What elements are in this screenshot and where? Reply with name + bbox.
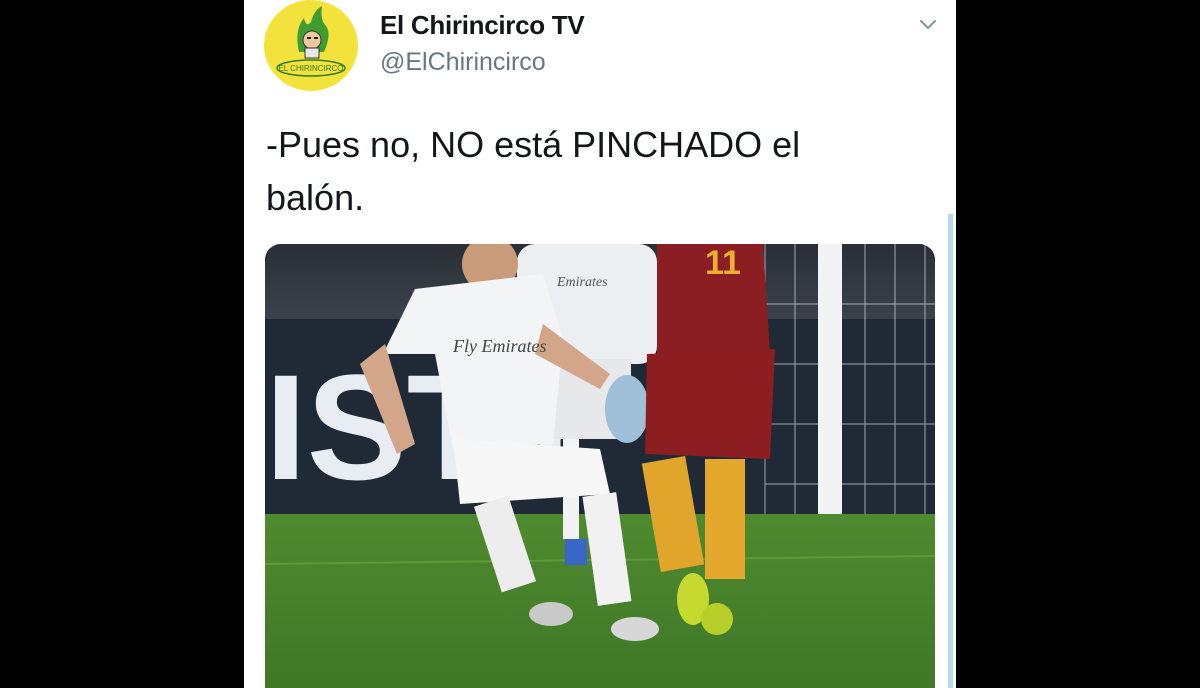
tweet-text-line-2: balón. xyxy=(266,177,365,218)
kit-number: 11 xyxy=(705,244,741,282)
tweet-card: EL CHIRINCIRCO El Chirincirco TV @ElChir… xyxy=(244,0,956,688)
tweet-text-line-1: -Pues no, NO está PINCHADO el xyxy=(266,124,801,165)
avatar[interactable]: EL CHIRINCIRCO xyxy=(264,0,358,91)
chevron-down-icon[interactable] xyxy=(916,12,940,36)
user-handle[interactable]: @ElChirincirco xyxy=(380,48,546,77)
svg-text:Emirates: Emirates xyxy=(556,275,608,290)
shirt-sponsor: Fly Emirates xyxy=(452,336,546,356)
display-name[interactable]: El Chirincirco TV xyxy=(380,10,585,41)
tweet-text: -Pues no, NO está PINCHADO el balón. xyxy=(266,118,916,224)
football-photo: ISTa Emirates Fly Emirates 11 xyxy=(265,244,935,688)
football xyxy=(605,375,649,443)
scroll-accent-bar xyxy=(948,214,953,688)
tweet-media-image[interactable]: ISTa Emirates Fly Emirates 11 xyxy=(265,244,935,688)
avatar-text: EL CHIRINCIRCO xyxy=(278,64,343,73)
avatar-logo: EL CHIRINCIRCO xyxy=(266,0,356,90)
